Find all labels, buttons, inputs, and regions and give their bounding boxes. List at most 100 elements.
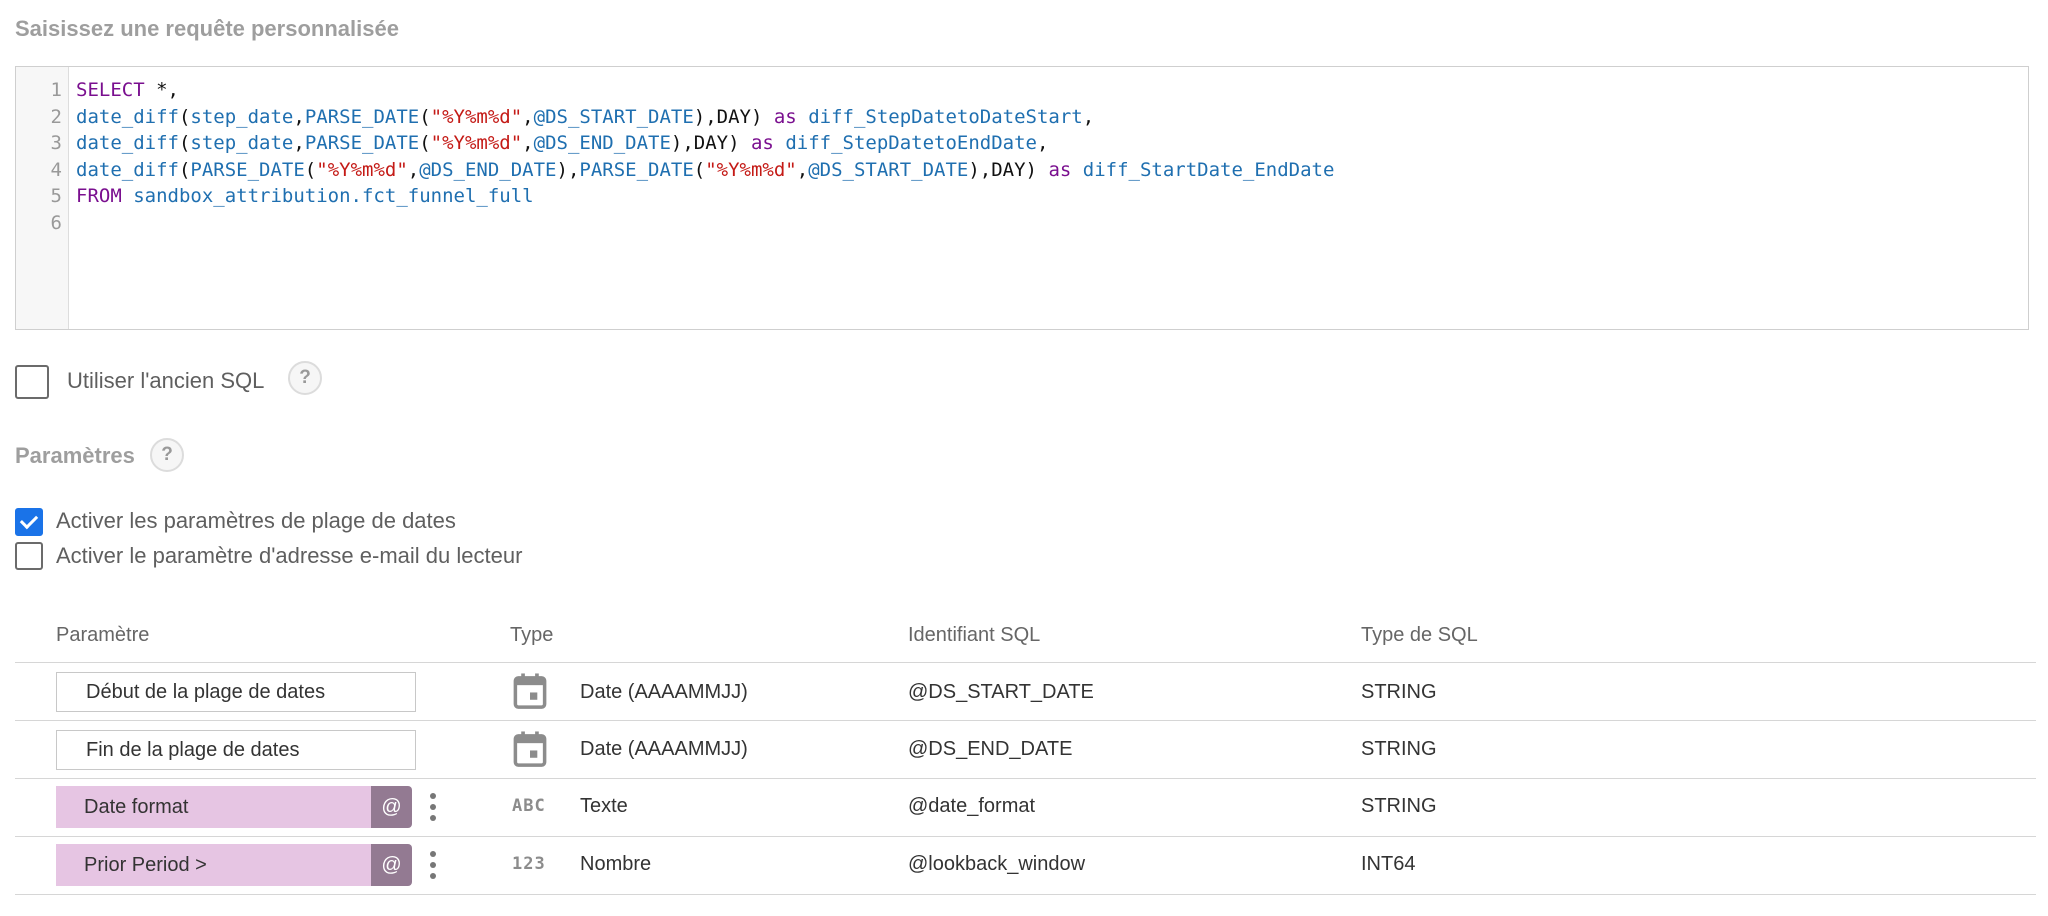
param-sql-id: @DS_END_DATE xyxy=(908,738,1073,760)
row-divider xyxy=(15,720,2036,721)
calendar-icon xyxy=(513,673,547,709)
code-token: as xyxy=(1048,158,1072,181)
code-token: date_diff xyxy=(76,105,179,128)
param-name-field[interactable]: Début de la plage de dates xyxy=(56,672,416,712)
code-token: "%Y%m%d" xyxy=(430,132,523,154)
code-line[interactable]: 3 date_diff(step_date,PARSE_DATE("%Y%m%d"… xyxy=(16,130,1049,156)
date-range-checkbox[interactable] xyxy=(15,508,43,536)
code-token: "%Y%m%d" xyxy=(316,158,408,181)
row-divider xyxy=(15,894,2036,895)
code-token: ),DAY) xyxy=(693,105,774,128)
code-token: @DS_START_DATE xyxy=(533,105,694,128)
code-line[interactable]: 4 date_diff(PARSE_DATE("%Y%m%d",@DS_END_D… xyxy=(16,157,1335,183)
code-token: "%Y%m%d" xyxy=(430,105,523,128)
code-text[interactable]: SELECT *, xyxy=(76,77,179,103)
param-name-field[interactable]: Fin de la plage de dates xyxy=(56,730,416,770)
text-type-icon: ABC xyxy=(512,796,546,816)
code-text[interactable]: date_diff(step_date,PARSE_DATE("%Y%m%d",… xyxy=(76,104,1094,130)
code-line[interactable]: 1 SELECT *, xyxy=(16,77,179,103)
code-token: FROM xyxy=(76,185,122,207)
param-name-chip[interactable]: Date format xyxy=(56,786,372,828)
code-token: date_diff xyxy=(76,158,179,181)
code-token: , xyxy=(1082,105,1095,128)
code-token: *, xyxy=(144,79,179,101)
param-sql-id: @DS_START_DATE xyxy=(908,681,1094,703)
code-token: "%Y%m%d" xyxy=(705,158,797,181)
header-divider xyxy=(15,662,2036,663)
legacy-sql-label: Utiliser l'ancien SQL xyxy=(67,368,265,393)
param-at-button[interactable]: @ xyxy=(371,786,412,828)
param-type: Date (AAAAMMJJ) xyxy=(580,738,748,760)
code-token: sandbox_attribution.fct_funnel_full xyxy=(133,185,534,207)
code-token: step_date xyxy=(190,132,294,154)
parameters-help-icon[interactable]: ? xyxy=(150,438,184,472)
query-title: Saisissez une requête personnalisée xyxy=(15,16,399,41)
code-token: @DS_START_DATE xyxy=(808,158,969,181)
param-type: Nombre xyxy=(580,853,652,875)
code-token: ( xyxy=(419,132,431,154)
line-number: 2 xyxy=(50,105,62,128)
line-number: 5 xyxy=(50,185,62,207)
code-text[interactable]: date_diff(step_date,PARSE_DATE("%Y%m%d",… xyxy=(76,130,1048,156)
row-divider xyxy=(15,836,2036,837)
code-token: ( xyxy=(419,105,431,128)
code-token: ( xyxy=(304,158,317,181)
param-sql-type: STRING xyxy=(1361,738,1437,760)
code-line[interactable]: 2 date_diff(step_date,PARSE_DATE("%Y%m%d"… xyxy=(16,104,1095,130)
code-token: ),DAY) xyxy=(670,132,751,154)
code-token: @DS_END_DATE xyxy=(533,132,671,154)
sql-editor[interactable]: 1 SELECT *, 2 date_diff(step_date,PARSE_DAT… xyxy=(15,66,2029,330)
code-line[interactable]: 6 xyxy=(16,210,62,236)
code-token: ( xyxy=(693,158,706,181)
code-text[interactable]: date_diff(PARSE_DATE("%Y%m%d",@DS_END_DA… xyxy=(76,157,1334,183)
code-token: ( xyxy=(178,105,191,128)
legacy-sql-help-icon[interactable]: ? xyxy=(288,361,322,395)
code-token: , xyxy=(522,105,534,128)
param-sql-type: STRING xyxy=(1361,795,1437,817)
code-token: , xyxy=(407,158,420,181)
param-name-chip[interactable]: Prior Period > xyxy=(56,844,372,886)
code-token: as xyxy=(773,105,797,128)
viewer-email-checkbox[interactable] xyxy=(15,542,43,570)
code-token: @DS_END_DATE xyxy=(419,158,557,181)
code-token: date_diff xyxy=(76,132,179,154)
line-number: 3 xyxy=(50,132,62,154)
date-range-label: Activer les paramètres de plage de dates xyxy=(56,508,456,533)
calendar-icon xyxy=(513,731,547,767)
header-type: Type xyxy=(510,624,554,646)
code-token: diff_StepDatetoDateStart xyxy=(808,105,1083,128)
code-token: ), xyxy=(556,158,580,181)
parameters-heading: Paramètres xyxy=(15,443,135,468)
line-number: 6 xyxy=(50,211,62,234)
code-token: , xyxy=(522,132,534,154)
legacy-sql-checkbox[interactable] xyxy=(15,365,49,399)
param-sql-type: STRING xyxy=(1361,681,1437,703)
code-token: , xyxy=(293,132,305,154)
code-token: ( xyxy=(178,132,191,154)
param-type: Texte xyxy=(580,795,628,817)
code-token: PARSE_DATE xyxy=(304,105,420,128)
viewer-email-label: Activer le paramètre d'adresse e-mail du… xyxy=(56,543,523,568)
code-token: , xyxy=(293,105,305,128)
code-token: , xyxy=(1037,132,1049,154)
code-token: as xyxy=(750,132,774,154)
more-options-icon[interactable] xyxy=(428,851,438,881)
code-token: step_date xyxy=(190,105,294,128)
number-type-icon: 123 xyxy=(512,854,546,874)
line-number: 4 xyxy=(50,158,62,181)
line-number: 1 xyxy=(50,79,62,101)
code-token: PARSE_DATE xyxy=(304,132,420,154)
param-type: Date (AAAAMMJJ) xyxy=(580,681,748,703)
header-sql-identifier: Identifiant SQL xyxy=(908,624,1041,646)
more-options-icon[interactable] xyxy=(428,793,438,823)
param-at-button[interactable]: @ xyxy=(371,844,412,886)
code-text[interactable]: FROM sandbox_attribution.fct_funnel_full xyxy=(76,183,534,209)
code-line[interactable]: 5 FROM sandbox_attribution.fct_funnel_ful… xyxy=(16,183,534,209)
code-token: diff_StartDate_EndDate xyxy=(1082,158,1335,181)
param-sql-id: @lookback_window xyxy=(908,853,1086,875)
code-token: PARSE_DATE xyxy=(190,158,305,181)
code-token: diff_StepDatetoEndDate xyxy=(785,132,1037,154)
